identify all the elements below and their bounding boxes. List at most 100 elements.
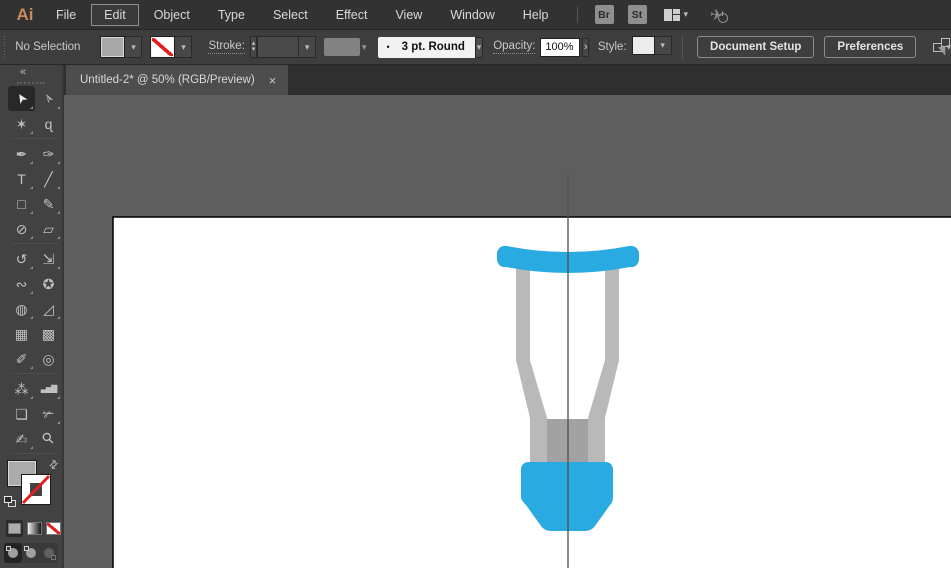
- fill-swatch[interactable]: [100, 36, 126, 58]
- opacity-input[interactable]: [540, 37, 581, 57]
- mesh-tool[interactable]: ▦: [8, 321, 35, 346]
- eyedropper-tool[interactable]: ✐: [8, 346, 35, 371]
- selection-tool-icon: ➤: [12, 89, 31, 108]
- menu-object[interactable]: Object: [141, 4, 203, 26]
- scale-tool[interactable]: ⇲: [35, 246, 62, 271]
- rotate-tool[interactable]: ↺: [8, 246, 35, 271]
- gpu-performance-icon[interactable]: ✈: [709, 6, 728, 24]
- zoom-tool[interactable]: ⚲: [35, 426, 62, 451]
- tool-separator: [11, 453, 59, 454]
- line-segment-tool[interactable]: ╱: [35, 166, 62, 191]
- blend-tool[interactable]: ◎: [35, 346, 62, 371]
- document-tab[interactable]: Untitled-2* @ 50% (RGB/Preview) ×: [66, 65, 289, 95]
- pen-tool[interactable]: ✒: [8, 141, 35, 166]
- stroke-weight-chevron-icon[interactable]: ▾: [299, 36, 317, 58]
- brush-definition-value: 3 pt. Round: [401, 41, 465, 53]
- stroke-none-swatch[interactable]: [150, 36, 176, 58]
- document-setup-button[interactable]: Document Setup: [697, 36, 815, 58]
- direct-selection-tool[interactable]: ➢: [35, 86, 62, 111]
- document-tab-bar: Untitled-2* @ 50% (RGB/Preview) ×: [64, 65, 951, 95]
- brush-chevron-icon[interactable]: ▾: [474, 36, 484, 58]
- stroke-weight-dropdown[interactable]: ▾: [257, 36, 317, 58]
- paintbrush-tool[interactable]: ✎: [35, 191, 62, 216]
- selection-tool[interactable]: ➤: [8, 86, 35, 111]
- stroke-weight-stepper[interactable]: ▴ ▾: [249, 36, 258, 58]
- blend-tool-icon: ◎: [42, 350, 55, 367]
- stroke-weight-value[interactable]: [257, 36, 300, 58]
- brush-definition-dropdown[interactable]: • 3 pt. Round: [378, 36, 475, 58]
- swap-fill-stroke-icon[interactable]: ⇄: [46, 457, 61, 472]
- draw-inside-button: [40, 543, 58, 563]
- style-chevron-icon[interactable]: ▾: [654, 36, 672, 55]
- menu-window[interactable]: Window: [437, 4, 507, 26]
- hand-tool-icon: ✍: [15, 430, 28, 447]
- style-swatch[interactable]: [631, 36, 655, 55]
- color-button[interactable]: [6, 520, 23, 537]
- width-tool[interactable]: ∾: [8, 271, 35, 296]
- panel-drag-handle[interactable]: [3, 36, 6, 58]
- puppet-warp-tool-icon: ✪: [42, 275, 55, 292]
- menu-view[interactable]: View: [382, 4, 435, 26]
- symbol-sprayer-tool[interactable]: ⁂: [8, 376, 35, 401]
- toolbar-drag-handle[interactable]: [17, 82, 45, 84]
- menu-effect[interactable]: Effect: [323, 4, 381, 26]
- menu-edit[interactable]: Edit: [91, 3, 139, 26]
- workspace-chevron-icon[interactable]: ▾: [684, 10, 689, 19]
- brush-dot-icon: •: [386, 42, 390, 52]
- type-tool[interactable]: T: [8, 166, 35, 191]
- toolbar-collapse-button[interactable]: «: [0, 65, 62, 78]
- shaper-tool[interactable]: ⊘: [8, 216, 35, 241]
- curvature-tool-icon: ✑: [42, 145, 55, 162]
- shape-builder-tool[interactable]: ◍: [8, 296, 35, 321]
- puppet-warp-tool[interactable]: ✪: [35, 271, 62, 296]
- draw-normal-button[interactable]: [4, 543, 22, 563]
- menu-type[interactable]: Type: [205, 4, 258, 26]
- opacity-label[interactable]: Opacity:: [493, 40, 536, 54]
- workspace-switcher-icon[interactable]: [663, 8, 680, 21]
- default-fill-stroke-icon[interactable]: [4, 496, 17, 508]
- fill-chevron-icon[interactable]: ▾: [125, 36, 143, 58]
- lasso-tool[interactable]: ɋ: [35, 111, 62, 136]
- draw-behind-button[interactable]: [22, 543, 40, 563]
- stroke-weight-label[interactable]: Stroke:: [208, 40, 245, 54]
- curvature-tool[interactable]: ✑: [35, 141, 62, 166]
- mesh-tool-icon: ▦: [14, 325, 29, 342]
- bridge-button[interactable]: Br: [594, 5, 614, 24]
- canvas-area[interactable]: [64, 95, 951, 568]
- eyedropper-tool-icon: ✐: [15, 350, 28, 367]
- menubar-divider: [576, 6, 578, 23]
- gradient-tool[interactable]: ▩: [35, 321, 62, 346]
- gradient-button[interactable]: [26, 520, 43, 537]
- align-artboard-icon[interactable]: [933, 38, 951, 56]
- illustrator-window: Ai File Edit Object Type Select Effect V…: [0, 0, 951, 568]
- column-graph-tool[interactable]: ▃▅▇: [35, 376, 62, 401]
- document-tab-title: Untitled-2* @ 50% (RGB/Preview): [80, 74, 255, 86]
- direct-selection-tool-icon: ➢: [39, 89, 58, 108]
- stroke-color-dropdown[interactable]: ▾: [150, 36, 193, 58]
- opacity-expand-icon[interactable]: ›: [582, 37, 589, 57]
- artboard-tool[interactable]: ❏: [8, 401, 35, 426]
- control-bar: No Selection ▾ ▾ Stroke: ▴ ▾ ▾ ▾ • 3 pt.…: [0, 29, 951, 65]
- type-tool-icon: T: [17, 170, 26, 187]
- stroke-chevron-icon[interactable]: ▾: [175, 36, 193, 58]
- stock-button[interactable]: St: [627, 5, 647, 24]
- style-dropdown[interactable]: ▾: [631, 36, 672, 58]
- slice-tool[interactable]: ✃: [35, 401, 62, 426]
- collapse-icon: «: [20, 65, 26, 78]
- eraser-tool[interactable]: ▱: [35, 216, 62, 241]
- preferences-button[interactable]: Preferences: [824, 36, 917, 58]
- width-profile-dropdown: [324, 38, 360, 56]
- menu-bar: Ai File Edit Object Type Select Effect V…: [0, 0, 951, 29]
- stroke-color-proxy[interactable]: [21, 474, 51, 510]
- tab-close-icon[interactable]: ×: [269, 74, 277, 87]
- magic-wand-tool[interactable]: ✶: [8, 111, 35, 136]
- menu-help[interactable]: Help: [510, 4, 562, 26]
- tool-separator: [11, 243, 59, 244]
- none-button[interactable]: [45, 520, 62, 537]
- hand-tool[interactable]: ✍: [8, 426, 35, 451]
- menu-file[interactable]: File: [43, 4, 89, 26]
- rectangle-tool[interactable]: □: [8, 191, 35, 216]
- fill-color-dropdown[interactable]: ▾: [100, 36, 143, 58]
- menu-select[interactable]: Select: [260, 4, 321, 26]
- perspective-grid-tool[interactable]: ◿: [35, 296, 62, 321]
